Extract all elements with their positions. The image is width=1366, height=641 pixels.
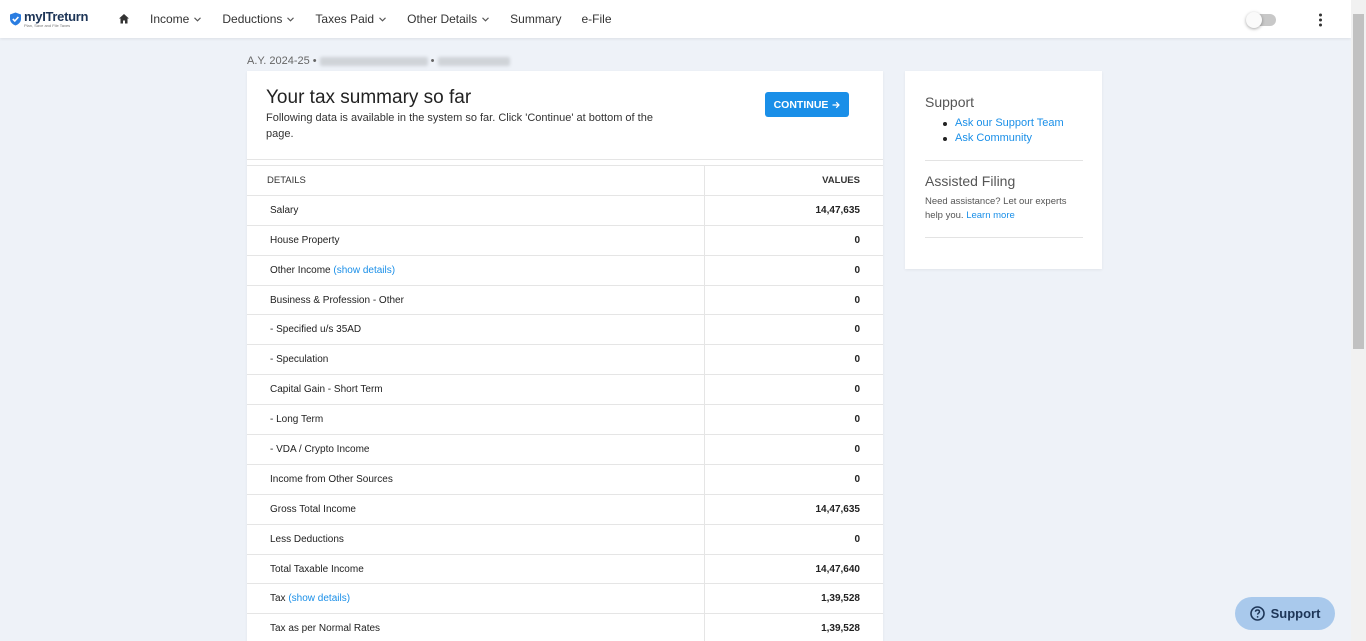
breadcrumb: A.Y. 2024-25 • • [247,55,513,67]
table-row: House Property 0 [247,225,883,256]
assessment-year: A.Y. 2024-25 [247,55,310,67]
row-label: Total Taxable Income [247,554,705,585]
table-row: - Speculation 0 [247,344,883,376]
row-value: 0 [704,464,883,495]
support-team-link[interactable]: Ask our Support Team [943,116,1064,131]
row-label: Salary [247,195,705,226]
row-label: Less Deductions [247,524,705,555]
nav-menu: Income Deductions Taxes Paid Other Detai… [150,12,632,26]
row-label: House Property [247,225,705,256]
logo[interactable]: myITreturn Plan, Save and File Taxes [9,10,109,28]
row-label: Capital Gain - Short Term [247,374,705,406]
logo-tagline: Plan, Save and File Taxes [24,23,71,28]
support-title: Support [925,94,975,110]
learn-more-link[interactable]: Learn more [966,210,1015,221]
table-row: Salary 14,47,635 [247,195,883,226]
header-values: VALUES [704,165,883,196]
row-label: - Long Term [247,404,705,436]
row-value: 0 [704,374,883,406]
row-value: 0 [704,404,883,436]
row-value: 0 [704,434,883,465]
row-value: 0 [704,285,883,316]
tax-summary-card: Your tax summary so far Following data i… [247,71,883,641]
table-row: Tax as per Normal Rates 1,39,528 [247,613,883,641]
top-navbar: myITreturn Plan, Save and File Taxes Inc… [0,0,1351,38]
page-description: Following data is available in the syste… [266,112,653,140]
redacted-pan [437,56,510,66]
community-link[interactable]: Ask Community [943,131,1064,146]
nav-item-summary[interactable]: Summary [510,12,561,26]
row-label: Income from Other Sources [247,464,705,495]
assisted-filing-text: Need assistance? Let our experts help yo… [925,196,1067,221]
help-sidebar: Support Ask our Support Team Ask Communi… [905,71,1102,269]
redacted-name [319,56,428,66]
row-value: 0 [704,344,883,376]
row-value: 14,47,640 [704,554,883,585]
support-links: Ask our Support Team Ask Community [943,116,1064,146]
table-row: Total Taxable Income 14,47,640 [247,554,883,585]
row-value: 0 [704,524,883,555]
chevron-down-icon [482,16,490,22]
row-value: 0 [704,225,883,256]
table-row: - VDA / Crypto Income 0 [247,434,883,465]
nav-item-deductions[interactable]: Deductions [222,12,295,26]
table-row: Income from Other Sources 0 [247,464,883,495]
nav-item-other-details[interactable]: Other Details [407,12,490,26]
row-value: 1,39,528 [704,583,883,615]
scroll-thumb[interactable] [1353,14,1364,349]
row-label: Business & Profession - Other [247,285,705,316]
header-details: DETAILS [247,165,705,196]
show-details-link[interactable]: (show details) [333,265,395,276]
table-row: Gross Total Income 14,47,635 [247,494,883,525]
chevron-down-icon [287,16,295,22]
assisted-filing-title: Assisted Filing [925,173,1016,189]
table-row: Less Deductions 0 [247,524,883,555]
row-value: 14,47,635 [704,494,883,525]
row-label: - VDA / Crypto Income [247,434,705,465]
row-value: 14,47,635 [704,195,883,226]
separator: • [312,55,317,67]
theme-toggle[interactable] [1246,12,1276,28]
row-label: Other Income (show details) [247,255,705,286]
arrow-right-icon [832,101,841,108]
separator: • [430,55,435,67]
chevron-down-icon [379,16,386,22]
table-row: - Specified u/s 35AD 0 [247,314,883,346]
help-circle-icon [1249,606,1265,621]
card-header: Your tax summary so far Following data i… [247,71,883,160]
table-row: - Long Term 0 [247,404,883,436]
row-label: Tax as per Normal Rates [247,613,705,641]
toggle-knob [1246,12,1262,28]
table-row: Business & Profession - Other 0 [247,285,883,316]
table-header-row: DETAILS VALUES [247,165,883,196]
table-row: Capital Gain - Short Term 0 [247,374,883,406]
continue-button[interactable]: CONTINUE [765,92,849,117]
page-title: Your tax summary so far [266,87,472,108]
logo-name: myITreturn [24,9,89,24]
divider [925,237,1083,238]
row-value: 1,39,528 [704,613,883,641]
nav-item-taxes-paid[interactable]: Taxes Paid [315,12,386,26]
row-value: 0 [704,255,883,286]
nav-item-income[interactable]: Income [150,12,202,26]
more-vertical-icon[interactable] [1318,13,1323,27]
row-value: 0 [704,314,883,346]
row-label: - Speculation [247,344,705,376]
table-row: Tax (show details) 1,39,528 [247,583,883,615]
table-row: Other Income (show details) 0 [247,255,883,286]
divider [925,160,1083,161]
show-details-link[interactable]: (show details) [288,593,350,604]
row-label: Gross Total Income [247,494,705,525]
home-icon[interactable] [118,13,130,25]
row-label: Tax (show details) [247,583,705,615]
summary-table: DETAILS VALUES Salary 14,47,635 House Prop… [247,165,883,641]
page-scrollbar[interactable] [1351,0,1366,641]
nav-item-efile[interactable]: e-File [581,12,611,26]
support-chat-button[interactable]: Support [1235,597,1335,630]
shield-check-icon [10,12,21,26]
row-label: - Specified u/s 35AD [247,314,705,346]
chevron-down-icon [194,16,202,22]
